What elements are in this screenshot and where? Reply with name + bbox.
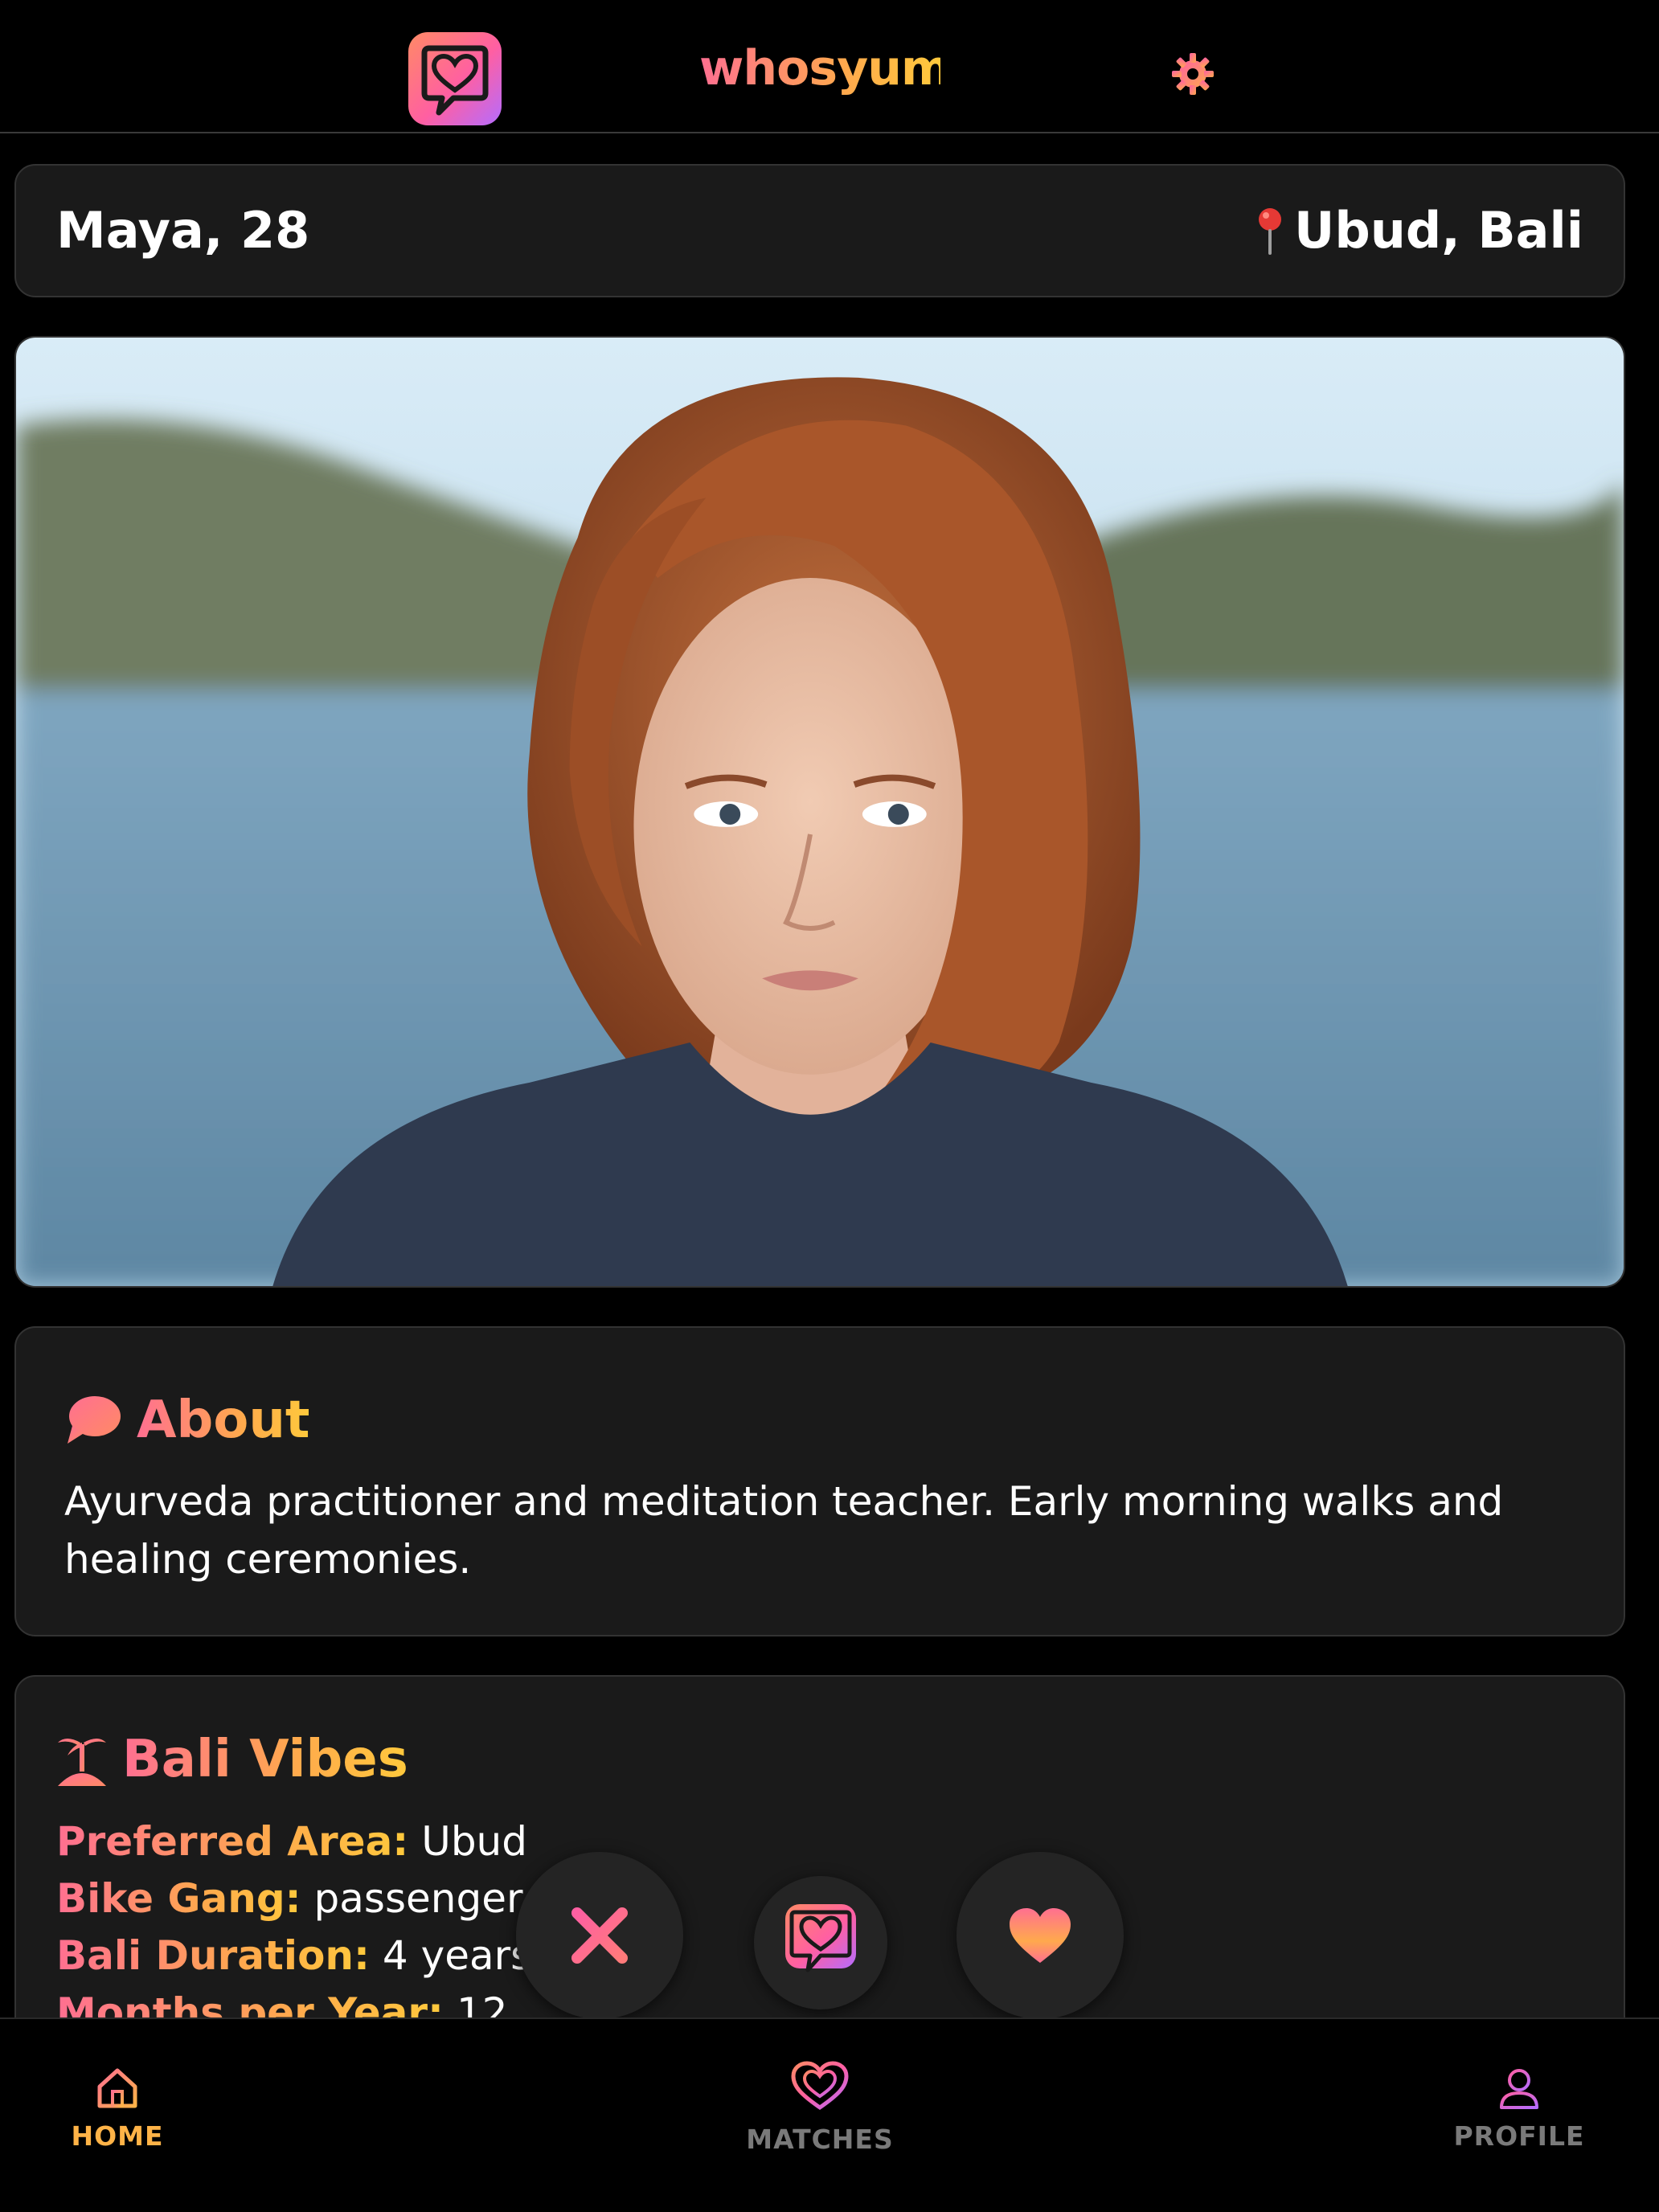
bali-vibes-list: Preferred Area: Ubud Bike Gang: passenge… (56, 1813, 589, 2042)
heart-chat-icon (785, 1904, 856, 1972)
bali-vibes-title: Bali Vibes (122, 1730, 408, 1789)
nav-home[interactable]: HOME (21, 2066, 214, 2152)
profile-name-age: Maya, 28 (56, 201, 310, 260)
home-icon (97, 2068, 137, 2108)
vibes-label: Bike Gang: (56, 1875, 301, 1922)
location-label: Ubud, Bali (1294, 201, 1583, 260)
brand-title: whosyum (699, 40, 951, 96)
nav-profile[interactable]: PROFILE (1423, 2066, 1616, 2152)
gear-icon[interactable] (1170, 51, 1215, 96)
nav-matches[interactable]: MATCHES (723, 2061, 916, 2155)
about-card: About Ayurveda practitioner and meditati… (14, 1326, 1625, 1636)
about-text: Ayurveda practitioner and meditation tea… (64, 1478, 1504, 1583)
like-button[interactable] (956, 1852, 1124, 2019)
bottom-nav: HOME MATCHES PROFILE (0, 2017, 1659, 2212)
heart-chat-logo-icon[interactable] (408, 32, 502, 125)
profile-location: Ubud, Bali (1252, 201, 1583, 260)
close-icon (571, 1907, 628, 1964)
vibes-item-preferred-area: Preferred Area: Ubud (56, 1813, 589, 1870)
pin-icon (1259, 207, 1282, 255)
vibes-label: Preferred Area: (56, 1818, 409, 1865)
profile-photo[interactable] (14, 336, 1625, 1288)
vibes-value: Ubud (421, 1818, 527, 1865)
speech-bubble-icon (68, 1396, 121, 1444)
vibes-item-bali-duration: Bali Duration: 4 years (56, 1927, 589, 1985)
heart-chat-icon (791, 2061, 849, 2111)
pass-button[interactable] (516, 1852, 683, 2019)
profile-header-card: Maya, 28 Ubud, Bali (14, 164, 1625, 297)
nav-matches-label: MATCHES (746, 2124, 894, 2155)
app-header: whosyum (0, 0, 1659, 133)
vibes-item-bike-gang: Bike Gang: passenger pri (56, 1870, 589, 1927)
island-icon (58, 1739, 106, 1786)
about-heading: About (64, 1391, 309, 1450)
about-title: About (137, 1391, 310, 1450)
nav-profile-label: PROFILE (1453, 2120, 1585, 2152)
superlike-button[interactable] (754, 1876, 887, 2009)
bali-vibes-heading: Bali Vibes (56, 1730, 408, 1789)
user-icon (1500, 2069, 1538, 2109)
heart-icon (1010, 1908, 1071, 1963)
nav-home-label: HOME (71, 2120, 164, 2152)
vibes-value: 4 years (382, 1932, 532, 1979)
vibes-label: Bali Duration: (56, 1932, 371, 1979)
